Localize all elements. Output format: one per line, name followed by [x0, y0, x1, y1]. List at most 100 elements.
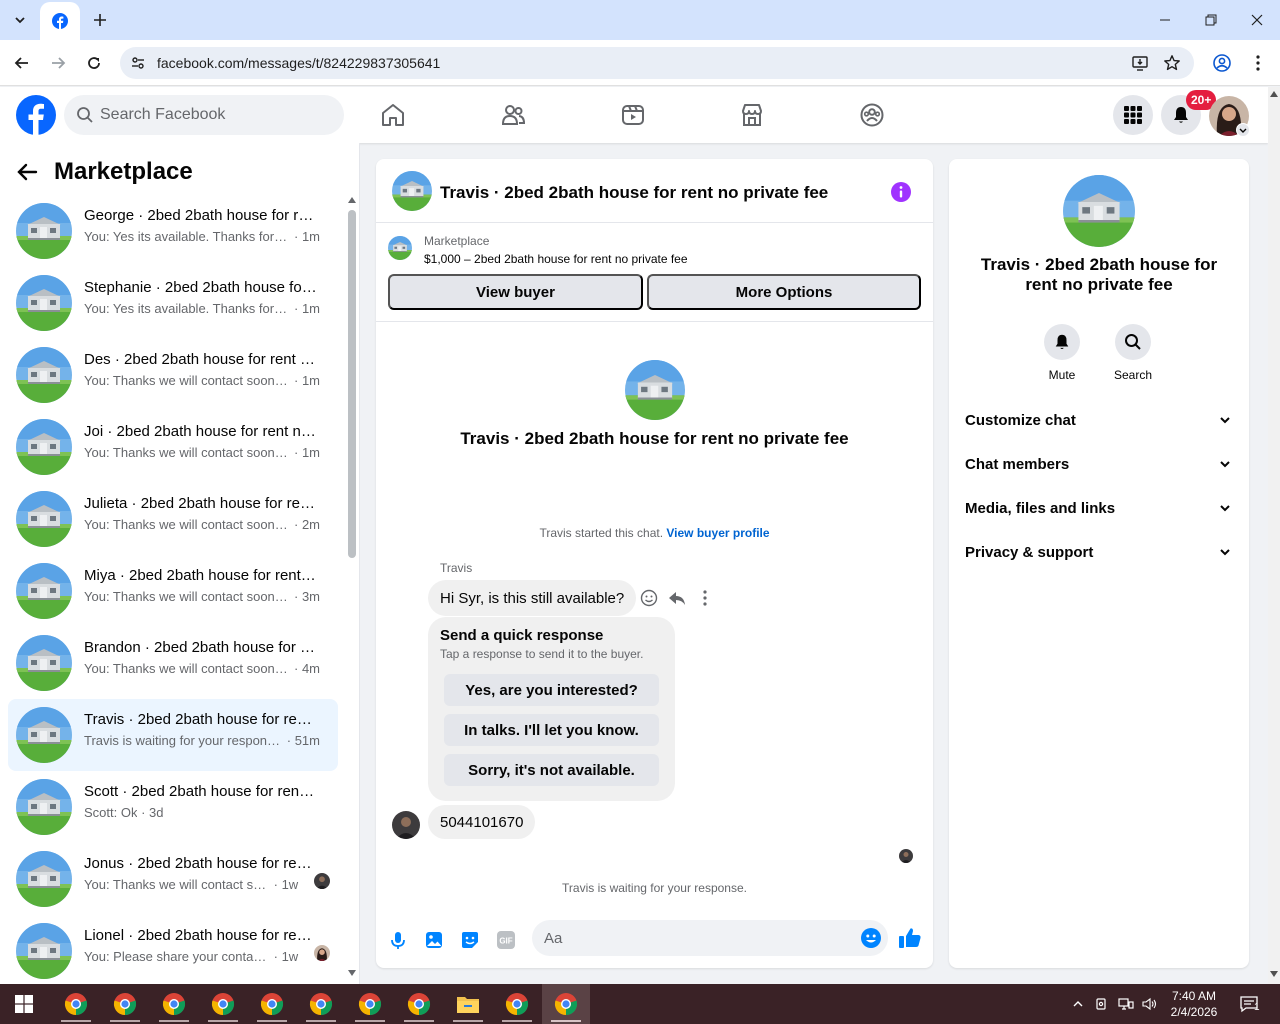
volume-icon[interactable]: [1140, 984, 1160, 1024]
action-center-button[interactable]: 1: [1234, 984, 1264, 1024]
message-input-box[interactable]: [532, 920, 888, 956]
taskbar-chrome-window[interactable]: [199, 984, 247, 1024]
taskbar-clock[interactable]: 7:40 AM 2/4/2026: [1162, 988, 1226, 1020]
profile-button[interactable]: [1208, 49, 1236, 77]
view-buyer-profile-link[interactable]: View buyer profile: [666, 526, 769, 540]
media-files-links-section[interactable]: Media, files and links: [957, 487, 1241, 531]
bookmark-star-icon[interactable]: [1162, 53, 1182, 73]
install-app-icon[interactable]: [1130, 53, 1150, 73]
reply-button[interactable]: [665, 586, 689, 610]
react-button[interactable]: [637, 586, 661, 610]
account-chevron-icon[interactable]: [1236, 123, 1250, 137]
site-settings-icon[interactable]: [128, 53, 148, 73]
gif-button[interactable]: GIF: [494, 928, 518, 952]
search-in-conversation-button[interactable]: Search: [1103, 324, 1163, 382]
more-options-button[interactable]: More Options: [647, 274, 921, 310]
facebook-search-box[interactable]: [64, 95, 344, 135]
tab-search-chevron-icon[interactable]: [8, 8, 32, 32]
quick-response-title: Send a quick response: [440, 627, 604, 644]
mute-button[interactable]: Mute: [1032, 324, 1092, 382]
marketplace-label: Marketplace: [424, 234, 490, 248]
conversation-info-button[interactable]: [890, 181, 912, 203]
friends-nav-button[interactable]: [483, 95, 543, 135]
quick-response-not-available-button[interactable]: Sorry, it's not available.: [444, 754, 659, 786]
chat-avatar[interactable]: [392, 171, 432, 211]
chrome-icon: [211, 992, 235, 1016]
conversation-item-active[interactable]: Travis · 2bed 2bath house for rent no pr…: [8, 699, 338, 771]
new-tab-button[interactable]: [88, 8, 112, 32]
message-input[interactable]: [544, 920, 844, 956]
browser-menu-button[interactable]: [1244, 49, 1272, 77]
intro-avatar: [625, 360, 685, 420]
forward-button[interactable]: [44, 49, 72, 77]
restore-button[interactable]: [1188, 0, 1234, 40]
conversation-item[interactable]: Scott · 2bed 2bath house for rent no pri…: [8, 771, 338, 843]
page-scrollbar[interactable]: [1268, 87, 1280, 984]
conversation-name: Jonus · 2bed 2bath house for rent no pri…: [84, 855, 318, 872]
conversation-list-scrollbar[interactable]: [346, 195, 358, 980]
like-button[interactable]: [898, 926, 922, 950]
url-text[interactable]: facebook.com/messages/t/824229837305641: [157, 55, 440, 71]
minimize-button[interactable]: [1142, 0, 1188, 40]
chat-title[interactable]: Travis · 2bed 2bath house for rent no pr…: [440, 183, 828, 203]
voice-clip-button[interactable]: [386, 928, 410, 952]
groups-nav-button[interactable]: [842, 95, 902, 135]
show-hidden-icons-button[interactable]: [1068, 984, 1088, 1024]
taskbar-chrome-window[interactable]: [52, 984, 100, 1024]
conversation-item[interactable]: Jonus · 2bed 2bath house for rent no pri…: [8, 843, 338, 915]
taskbar-chrome-window-active[interactable]: [542, 984, 590, 1024]
marketplace-listing-bar: Marketplace $1,000 – 2bed 2bath house fo…: [376, 224, 933, 322]
message-more-button[interactable]: [693, 586, 717, 610]
message-bubble[interactable]: Hi Syr, is this still available?: [428, 580, 637, 616]
reload-button[interactable]: [80, 49, 108, 77]
marketplace-nav-button[interactable]: [722, 95, 782, 135]
buyer-avatar[interactable]: [392, 811, 420, 839]
taskbar-chrome-window[interactable]: [297, 984, 345, 1024]
taskbar-file-explorer[interactable]: [444, 984, 492, 1024]
conversation-item[interactable]: Lionel · 2bed 2bath house for rent no pr…: [8, 915, 338, 987]
quick-response-yes-button[interactable]: Yes, are you interested?: [444, 674, 659, 706]
conversation-item[interactable]: George · 2bed 2bath house for rent no pr…: [8, 195, 338, 267]
back-arrow-icon[interactable]: [16, 161, 38, 183]
home-nav-button[interactable]: [363, 95, 423, 135]
taskbar-chrome-window[interactable]: [346, 984, 394, 1024]
scrollbar-thumb[interactable]: [348, 210, 356, 558]
listing-thumbnail: [16, 275, 72, 331]
emoji-icon[interactable]: [860, 927, 882, 949]
close-window-button[interactable]: [1234, 0, 1280, 40]
meet-now-icon[interactable]: [1092, 984, 1112, 1024]
attach-photo-button[interactable]: [422, 928, 446, 952]
conversation-item[interactable]: Julieta · 2bed 2bath house for rent no p…: [8, 483, 338, 555]
taskbar-chrome-window[interactable]: [150, 984, 198, 1024]
view-buyer-button[interactable]: View buyer: [388, 274, 643, 310]
facebook-logo-icon[interactable]: [16, 95, 56, 135]
taskbar-chrome-window[interactable]: [493, 984, 541, 1024]
quick-response-in-talks-button[interactable]: In talks. I'll let you know.: [444, 714, 659, 746]
network-icon[interactable]: [1116, 984, 1136, 1024]
minimize-icon: [1160, 19, 1170, 21]
taskbar-chrome-window[interactable]: [101, 984, 149, 1024]
customize-chat-section[interactable]: Customize chat: [957, 399, 1241, 443]
address-bar[interactable]: facebook.com/messages/t/824229837305641: [120, 47, 1194, 79]
sticker-button[interactable]: [458, 928, 482, 952]
conversation-item[interactable]: Brandon · 2bed 2bath house for rent no p…: [8, 627, 338, 699]
start-button[interactable]: [0, 984, 48, 1024]
conversation-item[interactable]: Miya · 2bed 2bath house for rent no priv…: [8, 555, 338, 627]
browser-tab-facebook[interactable]: [40, 2, 80, 40]
privacy-support-section[interactable]: Privacy & support: [957, 531, 1241, 575]
conversation-item[interactable]: Stephanie · 2bed 2bath house for rent no…: [8, 267, 338, 339]
conversation-item[interactable]: Des · 2bed 2bath house for rent no priva…: [8, 339, 338, 411]
conversation-item[interactable]: Joi · 2bed 2bath house for rent no priva…: [8, 411, 338, 483]
taskbar-chrome-window[interactable]: [248, 984, 296, 1024]
search-icon: [77, 107, 93, 123]
message-bubble[interactable]: 5044101670: [428, 805, 536, 839]
menu-grid-button[interactable]: [1113, 95, 1153, 135]
listing-description[interactable]: $1,000 – 2bed 2bath house for rent no pr…: [424, 252, 688, 266]
back-button[interactable]: [8, 49, 36, 77]
chat-members-section[interactable]: Chat members: [957, 443, 1241, 487]
video-nav-button[interactable]: [603, 95, 663, 135]
facebook-header: 20+: [0, 87, 1268, 143]
sidebar-title: Marketplace: [54, 158, 193, 185]
taskbar-chrome-window[interactable]: [395, 984, 443, 1024]
facebook-search-input[interactable]: [100, 95, 330, 135]
